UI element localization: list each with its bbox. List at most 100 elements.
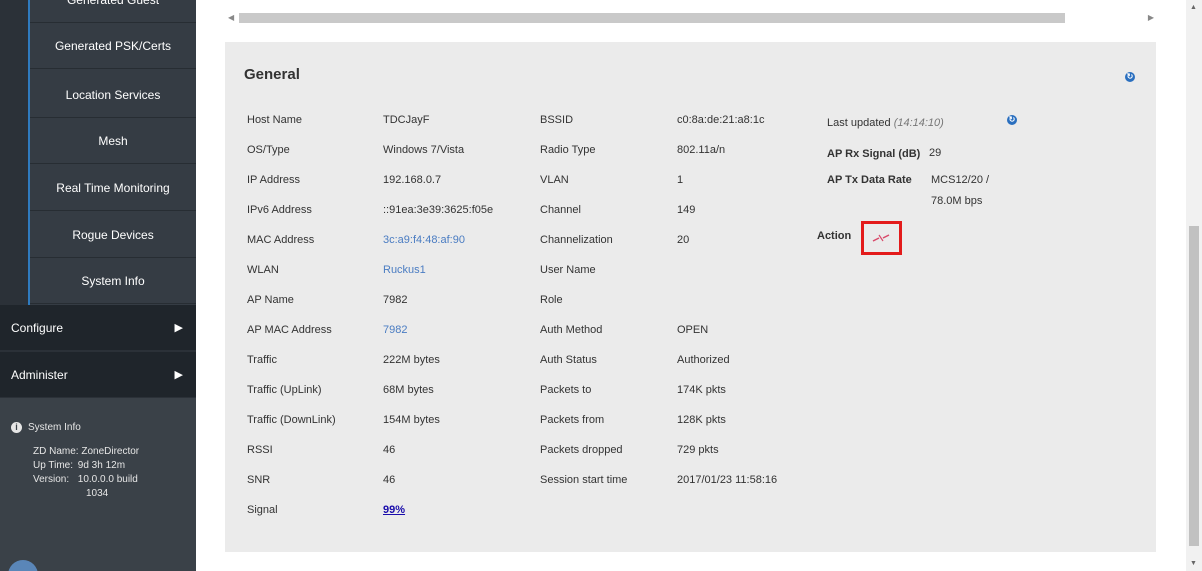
last-updated: Last updated (14:14:10) (827, 117, 944, 129)
sidebar-item-mesh[interactable]: Mesh (30, 118, 196, 164)
version-label: Version: (33, 474, 70, 485)
zd-name-value: ZoneDirector (81, 446, 140, 457)
traffic-uplink-value: 68M bytes (383, 384, 434, 396)
signal-link[interactable]: 99% (383, 504, 405, 516)
zd-name-row: ZD Name: ZoneDirector (33, 446, 139, 457)
caret-right-icon: ▶ (174, 322, 183, 334)
field-label: OS/Type (247, 144, 290, 156)
system-info-title: i System Info (11, 422, 81, 433)
field-label: Packets from (540, 414, 605, 426)
field-label: SNR (247, 474, 271, 486)
sidebar-item-label: Administer (11, 368, 68, 382)
packets-to-value: 174K pkts (677, 384, 726, 396)
field-label: AP Name (247, 294, 294, 306)
ap-tx-data-rate-label: AP Tx Data Rate (827, 174, 912, 186)
mac-address-link[interactable]: 3c:a9:f4:48:af:90 (383, 234, 465, 246)
channel-value: 149 (677, 204, 696, 216)
uptime-label: Up Time: (33, 460, 74, 471)
vertical-scroll-thumb[interactable] (1189, 226, 1199, 546)
packets-from-value: 128K pkts (677, 414, 726, 426)
field-label: Channelization (540, 234, 613, 246)
ap-rx-signal-value: 29 (929, 147, 942, 159)
system-info-box: i System Info ZD Name: ZoneDirector Up T… (0, 398, 196, 571)
sidebar-item-administer[interactable]: Administer ▶ (0, 352, 196, 398)
field-label: BSSID (540, 114, 574, 126)
sidebar-item-system-info[interactable]: System Info (30, 258, 196, 304)
panel-title: General (244, 66, 300, 83)
host-name-value: TDCJayF (383, 114, 430, 126)
auth-method-value: OPEN (677, 324, 709, 336)
traffic-value: 222M bytes (383, 354, 440, 366)
radio-type-value: 802.11a/n (677, 144, 726, 156)
field-label: Channel (540, 204, 581, 216)
field-label: Signal (247, 504, 278, 516)
traffic-downlink-value: 154M bytes (383, 414, 440, 426)
channelization-value: 20 (677, 234, 690, 246)
field-label: IP Address (247, 174, 300, 186)
field-label: Radio Type (540, 144, 596, 156)
field-label: IPv6 Address (247, 204, 312, 216)
field-label: Packets to (540, 384, 592, 396)
sidebar-item-location-services[interactable]: Location Services (30, 72, 196, 118)
ap-mac-address-link[interactable]: 7982 (383, 324, 407, 336)
sidebar: Generated Guest Generated PSK/Certs Loca… (0, 0, 196, 571)
system-info-heading: System Info (28, 422, 81, 433)
packets-dropped-value: 729 pkts (677, 444, 719, 456)
sidebar-item-generated-psk-certs[interactable]: Generated PSK/Certs (30, 23, 196, 69)
last-updated-time: (14:14:10) (893, 117, 944, 129)
scroll-down-icon[interactable]: ▼ (1190, 560, 1197, 567)
sidebar-item-label: Configure (11, 321, 64, 335)
horizontal-scroll-thumb[interactable] (239, 13, 1065, 23)
version-build: 1034 (86, 488, 109, 499)
field-label: Role (540, 294, 563, 306)
scroll-right-icon[interactable]: ▶ (1148, 11, 1154, 25)
vertical-scrollbar[interactable]: ▲ ▼ (1186, 0, 1202, 571)
last-updated-label: Last updated (827, 117, 891, 129)
zd-name-label: ZD Name: (33, 446, 79, 457)
version-value: 10.0.0.0 build (77, 474, 138, 485)
sidebar-item-generated-guest[interactable]: Generated Guest (30, 0, 196, 23)
field-label: Auth Status (540, 354, 597, 366)
version-row: Version: 10.0.0.0 build (33, 474, 138, 485)
disconnect-icon[interactable] (872, 233, 890, 243)
uptime-row: Up Time: 9d 3h 12m (33, 460, 125, 471)
sidebar-item-configure[interactable]: Configure ▶ (0, 305, 196, 351)
caret-right-icon: ▶ (174, 369, 183, 381)
auth-status-value: Authorized (677, 354, 730, 366)
field-label: User Name (540, 264, 596, 276)
refresh-icon[interactable]: ↻ (1125, 72, 1135, 82)
os-type-value: Windows 7/Vista (383, 144, 465, 156)
field-label: MAC Address (247, 234, 315, 246)
field-label: Traffic (DownLink) (247, 414, 336, 426)
general-panel: General ↻ Host Name OS/Type IP Address I… (225, 42, 1156, 552)
action-label: Action (817, 230, 852, 242)
rssi-value: 46 (383, 444, 396, 456)
field-label: Auth Method (540, 324, 603, 336)
ap-tx-data-rate-value-2: 78.0M bps (931, 195, 983, 207)
refresh-icon[interactable]: ↻ (1007, 115, 1017, 125)
scroll-up-icon[interactable]: ▲ (1190, 4, 1197, 11)
horizontal-scrollbar[interactable]: ◀ ▶ (225, 11, 1157, 25)
field-label: Session start time (540, 474, 628, 486)
snr-value: 46 (383, 474, 396, 486)
vlan-value: 1 (677, 174, 684, 186)
field-label: RSSI (247, 444, 273, 456)
bssid-value: c0:8a:de:21:a8:1c (677, 114, 765, 126)
field-label: AP MAC Address (247, 324, 332, 336)
scroll-left-icon[interactable]: ◀ (228, 11, 234, 25)
sidebar-item-rogue-devices[interactable]: Rogue Devices (30, 212, 196, 258)
ap-name-value: 7982 (383, 294, 408, 306)
field-label: WLAN (247, 264, 279, 276)
ip-address-value: 192.168.0.7 (383, 174, 442, 186)
sidebar-item-real-time-monitoring[interactable]: Real Time Monitoring (30, 165, 196, 211)
ap-rx-signal-label: AP Rx Signal (dB) (827, 148, 921, 160)
ipv6-address-value: ::91ea:3e39:3625:f05e (383, 204, 494, 216)
wlan-link[interactable]: Ruckus1 (383, 264, 426, 276)
field-label: Traffic (UpLink) (247, 384, 322, 396)
field-label: Traffic (247, 354, 277, 366)
sidebar-submenu: Generated Guest Generated PSK/Certs Loca… (28, 0, 196, 305)
uptime-value: 9d 3h 12m (77, 460, 126, 471)
session-start-time-value: 2017/01/23 11:58:16 (677, 474, 778, 486)
action-highlight-box (861, 221, 902, 255)
ap-tx-data-rate-value: MCS12/20 / (931, 174, 990, 186)
